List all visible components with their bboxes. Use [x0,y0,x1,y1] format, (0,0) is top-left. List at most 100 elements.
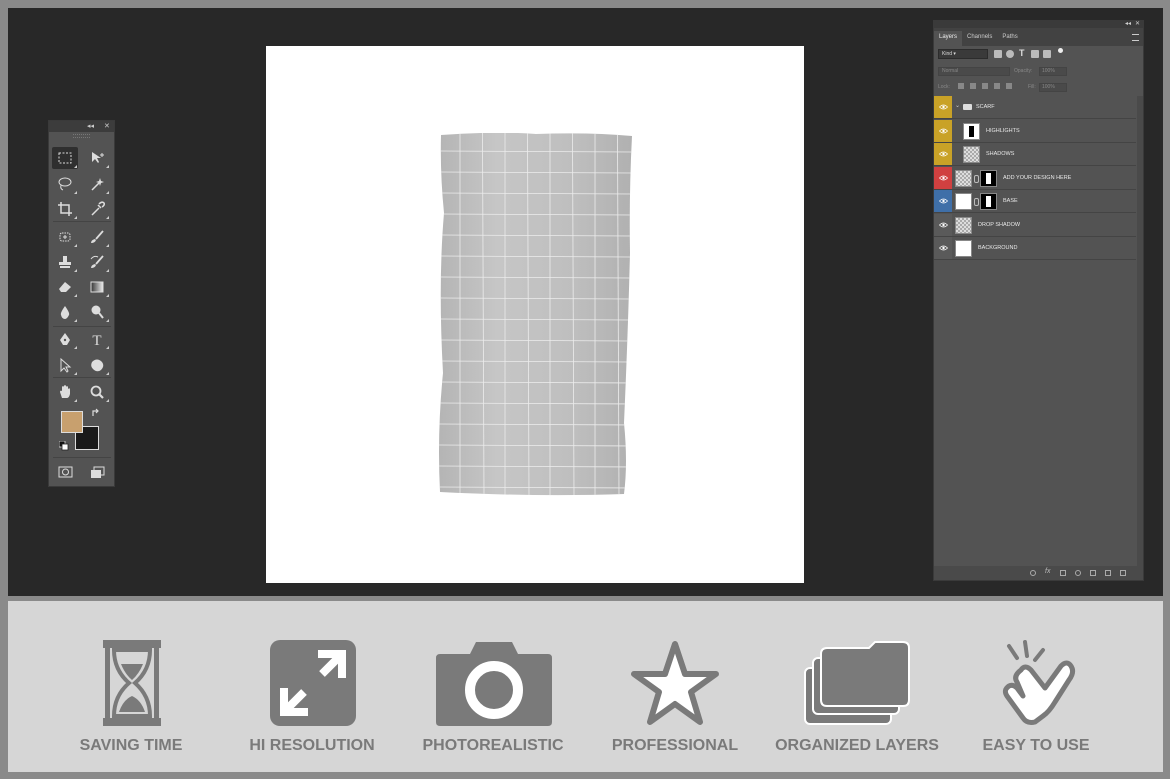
layer-row-base[interactable]: BASE [934,190,1136,213]
feature-label: EASY TO USE [982,737,1090,754]
tool-separator [53,377,111,378]
dodge-tool[interactable] [84,301,110,323]
new-layer-icon[interactable] [1105,570,1111,576]
type-tool[interactable]: T [84,328,110,350]
opacity-value: 100% [1042,68,1055,74]
fill-value: 100% [1042,84,1055,90]
filter-pixel-icon[interactable] [994,50,1002,58]
history-brush-tool[interactable] [84,251,110,273]
opacity-field[interactable]: 100% [1039,67,1067,76]
fill-field[interactable]: 100% [1039,83,1067,92]
layer-thumbnail [963,146,980,163]
link-icon[interactable] [974,198,979,206]
folder-icon [963,104,972,110]
lock-image-icon[interactable] [970,83,976,89]
history-brush-icon [90,255,104,268]
layer-row-add-your-design-here[interactable]: ADD YOUR DESIGN HERE [934,166,1136,190]
collapse-icon[interactable]: ◂◂ [87,122,94,130]
visibility-toggle[interactable] [934,190,952,212]
link-icon[interactable] [974,174,979,183]
visibility-toggle[interactable] [934,166,952,189]
filter-adjustment-icon[interactable] [1006,50,1014,58]
quick-mask-button[interactable] [52,461,78,483]
visibility-toggle[interactable] [934,237,952,259]
lock-position-icon[interactable] [982,83,988,89]
filter-shape-icon[interactable] [1031,50,1039,58]
visibility-toggle[interactable] [934,119,952,142]
layer-name: DROP SHADOW [978,221,1021,228]
brush-tool[interactable] [84,226,110,248]
visibility-toggle[interactable] [934,96,952,118]
flyout-indicator-icon [106,213,109,219]
default-colors-icon[interactable] [59,441,69,451]
zoom-tool[interactable] [84,381,110,403]
layers-panel: ◂◂ ✕ Layers Channels Paths Kind ▾ T Norm… [933,20,1144,581]
filter-kind-select[interactable]: Kind ▾ [938,49,988,59]
clone-stamp-tool[interactable] [52,251,78,273]
filter-toggle-icon[interactable] [1058,48,1063,53]
layer-row-shadows[interactable]: SHADOWS [934,143,1136,166]
eye-icon [938,104,948,110]
filter-smart-object-icon[interactable] [1043,50,1051,58]
crop-tool[interactable] [52,198,78,220]
visibility-toggle[interactable] [934,213,952,236]
layer-row-drop-shadow[interactable]: DROP SHADOW [934,213,1136,237]
collapse-icon[interactable]: ◂◂ [1125,20,1131,27]
rectangular-marquee-tool[interactable] [52,147,78,169]
link-layers-icon[interactable] [1030,570,1036,576]
chevron-down-icon[interactable]: ⌄ [955,102,960,109]
delete-layer-icon[interactable] [1120,570,1126,576]
layer-row-highlights[interactable]: HIGHLIGHTS [934,119,1136,143]
lock-all-icon[interactable] [1006,83,1012,89]
layer-style-icon[interactable]: fx [1045,568,1050,575]
close-icon[interactable]: ✕ [1135,20,1140,27]
fill-label: Fill: [1028,84,1036,90]
custom-shape-tool[interactable] [84,354,110,376]
layer-row-scarf[interactable]: ⌄ SCARF [934,96,1136,119]
move-tool[interactable] [84,147,110,169]
layer-mask-thumbnail[interactable] [980,193,997,210]
clone-stamp-icon [59,256,71,268]
flyout-indicator-icon [74,241,77,247]
pen-tool[interactable] [52,328,78,350]
eraser-tool[interactable] [52,276,78,298]
lasso-tool[interactable] [52,173,78,195]
layers-scrollbar[interactable] [1137,96,1143,576]
tab-paths[interactable]: Paths [997,31,1022,46]
close-icon[interactable]: ✕ [104,122,110,130]
flyout-indicator-icon [106,162,109,168]
new-adjustment-icon[interactable] [1075,570,1081,576]
zoom-icon [90,385,104,399]
layer-mask-thumbnail[interactable] [980,169,997,187]
eyedropper-tool[interactable] [84,198,110,220]
add-mask-icon[interactable] [1060,570,1066,576]
gradient-tool[interactable] [84,276,110,298]
hand-tool[interactable] [52,381,78,403]
filter-type-icon[interactable]: T [1019,48,1025,58]
swap-colors-icon[interactable] [91,408,101,418]
tool-separator [53,326,111,327]
lock-artboard-icon[interactable] [994,83,1000,89]
quick-mask-icon [58,466,73,478]
flyout-indicator-icon [106,266,109,272]
flyout-indicator-icon [74,213,77,219]
path-selection-tool[interactable] [52,354,78,376]
eye-icon [938,198,948,204]
foreground-color-swatch[interactable] [61,411,83,433]
blur-tool[interactable] [52,301,78,323]
layer-row-background[interactable]: BACKGROUND [934,237,1136,260]
panel-menu-icon[interactable] [1132,34,1139,41]
spot-healing-tool[interactable] [52,226,78,248]
magic-wand-tool[interactable] [84,173,110,195]
tab-channels[interactable]: Channels [962,31,997,46]
panel-grip[interactable] [73,134,90,138]
document-canvas[interactable] [266,46,804,583]
screen-mode-button[interactable] [84,461,110,483]
tab-layers[interactable]: Layers [934,31,963,46]
blend-mode-value: Normal [942,68,959,74]
visibility-toggle[interactable] [934,143,952,165]
lock-transparent-icon[interactable] [958,83,964,89]
feature-easy-to-use: EASY TO USE [8,601,1163,772]
new-group-icon[interactable] [1090,570,1096,576]
blend-mode-select[interactable]: Normal [938,67,1010,76]
